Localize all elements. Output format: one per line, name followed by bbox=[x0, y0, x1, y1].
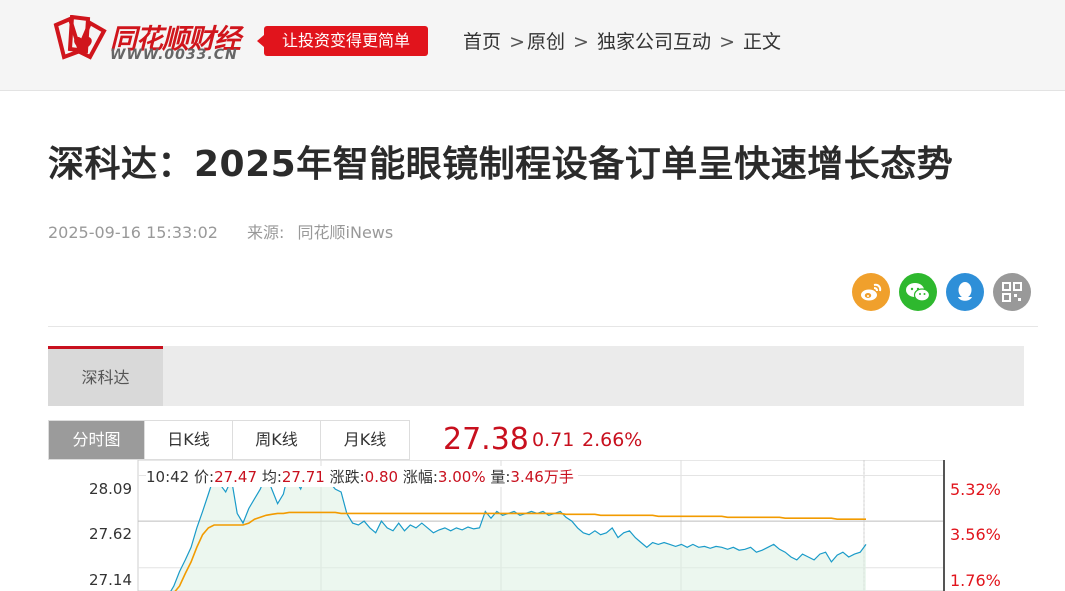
article-title: 深科达：2025年智能眼镜制程设备订单呈快速增长态势 bbox=[48, 144, 954, 185]
tab-weekly-k[interactable]: 周K线 bbox=[233, 421, 321, 459]
logo-cards-icon bbox=[53, 15, 107, 60]
info-chg: 0.80 bbox=[364, 468, 399, 486]
breadcrumb-separator: > bbox=[509, 31, 525, 53]
breadcrumb: 首页 > 原创 > 独家公司互动 > 正文 bbox=[463, 27, 781, 54]
current-price: 27.38 bbox=[443, 422, 529, 457]
intraday-chart: 10:42 价:27.47 均:27.71 涨跌:0.80 涨幅:3.00% 量… bbox=[48, 460, 1024, 591]
qrcode-share-button[interactable] bbox=[993, 273, 1031, 311]
info-chg-label: 涨跌: bbox=[329, 468, 365, 486]
info-amp-label: 涨幅: bbox=[402, 468, 438, 486]
breadcrumb-home[interactable]: 首页 bbox=[463, 31, 501, 53]
chart-period-tabs: 分时图 日K线 周K线 月K线 bbox=[48, 420, 410, 460]
wechat-icon bbox=[906, 283, 931, 302]
info-avg-label: 均: bbox=[261, 468, 282, 486]
tab-monthly-k[interactable]: 月K线 bbox=[321, 421, 409, 459]
weibo-icon bbox=[861, 283, 882, 301]
source-label: 来源: bbox=[247, 223, 285, 242]
wechat-share-button[interactable] bbox=[899, 273, 937, 311]
qrcode-icon bbox=[1002, 282, 1022, 302]
y-left-tick: 28.09 bbox=[89, 480, 132, 498]
logo-url: WWW.0033.CN bbox=[110, 47, 238, 63]
y-right-tick: 3.56% bbox=[950, 525, 1001, 544]
info-amp: 3.00% bbox=[437, 468, 486, 486]
breadcrumb-separator: > bbox=[719, 31, 735, 53]
y-right-tick: 1.76% bbox=[950, 571, 1001, 590]
info-vol-label: 量: bbox=[490, 468, 511, 486]
price-change: 0.71 bbox=[532, 429, 575, 451]
article-meta: 2025-09-16 15:33:02 来源: 同花顺iNews bbox=[48, 219, 393, 243]
breadcrumb-current: 正文 bbox=[743, 31, 782, 53]
info-time: 10:42 bbox=[146, 468, 190, 486]
info-avg: 27.71 bbox=[281, 468, 325, 486]
publish-datetime: 2025-09-16 15:33:02 bbox=[48, 223, 218, 242]
info-price: 27.47 bbox=[214, 468, 258, 486]
slogan-badge: 让投资变得更简单 bbox=[257, 26, 428, 56]
info-vol: 3.46万手 bbox=[510, 468, 574, 486]
breadcrumb-original[interactable]: 原创 bbox=[527, 31, 565, 53]
breadcrumb-company-interaction[interactable]: 独家公司互动 bbox=[597, 31, 711, 53]
divider bbox=[48, 326, 1038, 327]
y-left-tick: 27.14 bbox=[89, 571, 132, 589]
site-logo[interactable]: 同花顺财经 WWW.0033.CN bbox=[50, 15, 255, 65]
qq-icon bbox=[958, 282, 972, 301]
weibo-share-button[interactable] bbox=[852, 273, 890, 311]
breadcrumb-separator: > bbox=[573, 31, 589, 53]
stock-tab[interactable]: 深科达 bbox=[48, 346, 163, 406]
price-change-percent: 2.66% bbox=[582, 429, 643, 451]
source-name[interactable]: 同花顺iNews bbox=[298, 223, 394, 242]
crosshair-info: 10:42 价:27.47 均:27.71 涨跌:0.80 涨幅:3.00% 量… bbox=[146, 466, 578, 487]
site-header: 同花顺财经 WWW.0033.CN 让投资变得更简单 首页 > 原创 > 独家公司… bbox=[0, 0, 1065, 91]
info-price-label: 价: bbox=[194, 468, 215, 486]
qq-share-button[interactable] bbox=[946, 273, 984, 311]
tab-daily-k[interactable]: 日K线 bbox=[145, 421, 233, 459]
y-left-tick: 27.62 bbox=[89, 525, 132, 543]
stock-tab-bar: 深科达 bbox=[48, 346, 1024, 406]
y-right-tick: 5.32% bbox=[950, 480, 1001, 499]
tab-intraday[interactable]: 分时图 bbox=[49, 421, 145, 459]
